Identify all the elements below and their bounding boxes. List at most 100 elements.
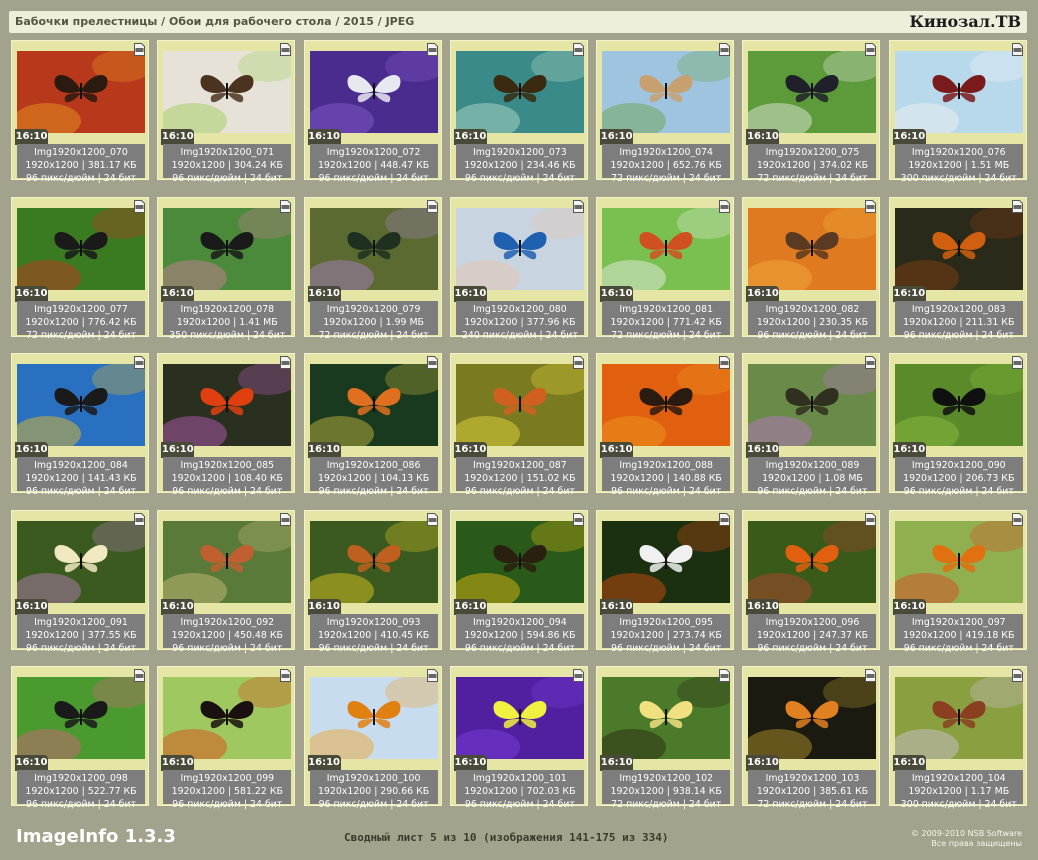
dimensions-size: 1920x1200 | 304.24 КБ — [171, 160, 283, 171]
aspect-ratio-badge: 16:10 — [746, 598, 780, 615]
butterfly-photo — [309, 677, 438, 759]
resolution-depth: 300 пикс/дюйм | 24 бит — [900, 173, 1017, 184]
thumbnail-image[interactable] — [455, 207, 584, 290]
thumbnail-card[interactable]: 16:10 Img1920x1200_096 1920x1200 | 247.3… — [742, 509, 881, 654]
thumbnail-image[interactable] — [309, 364, 438, 446]
resolution-depth: 96 пикс/дюйм | 24 бит — [318, 642, 429, 654]
thumbnail-card[interactable]: 16:10 Img1920x1200_083 1920x1200 | 211.3… — [888, 196, 1027, 341]
jpg-file-icon — [865, 199, 877, 213]
thumbnail-card[interactable]: 16:10 Img1920x1200_090 1920x1200 | 206.7… — [888, 353, 1027, 497]
resolution-depth: 96 пикс/дюйм | 24 бит — [903, 486, 1014, 497]
thumbnail-image[interactable] — [748, 51, 877, 133]
thumbnail-card[interactable]: 16:10 Img1920x1200_097 1920x1200 | 419.1… — [888, 509, 1027, 654]
thumbnail-image[interactable] — [455, 520, 584, 603]
thumbnail-image[interactable] — [17, 51, 145, 133]
aspect-ratio-badge: 16:10 — [600, 598, 634, 615]
thumbnail-image[interactable] — [17, 207, 145, 290]
jpg-file-icon — [572, 43, 584, 56]
thumbnail-card[interactable]: 16:10 Img1920x1200_072 1920x1200 | 448.4… — [303, 40, 442, 184]
thumbnail-image[interactable] — [455, 677, 584, 759]
thumbnail-image[interactable] — [163, 207, 292, 290]
thumbnail-card[interactable]: 16:10 Img1920x1200_099 1920x1200 | 581.2… — [157, 666, 296, 810]
thumbnail-card[interactable]: 16:10 Img1920x1200_086 1920x1200 | 104.1… — [303, 353, 442, 497]
thumbnail-card[interactable]: 16:10 Img1920x1200_082 1920x1200 | 230.3… — [742, 196, 881, 341]
thumbnail-image[interactable] — [163, 677, 292, 759]
thumbnail-image[interactable] — [163, 51, 292, 133]
file-name: Img1920x1200_104 — [911, 773, 1006, 784]
thumbnail-image[interactable] — [309, 677, 438, 759]
thumbnail-card[interactable]: 16:10 Img1920x1200_088 1920x1200 | 140.8… — [596, 353, 735, 497]
thumbnail-image[interactable] — [602, 207, 731, 290]
breadcrumb: Бабочки прелестницы / Обои для рабочего … — [15, 15, 415, 28]
thumbnail-card[interactable]: 16:10 Img1920x1200_102 1920x1200 | 938.1… — [596, 666, 735, 810]
thumbnail-image[interactable] — [894, 207, 1023, 290]
thumbnail-image[interactable] — [455, 51, 584, 133]
thumbnail-image[interactable] — [748, 677, 877, 759]
thumbnail-card[interactable]: 16:10 Img1920x1200_093 1920x1200 | 410.4… — [303, 509, 442, 654]
thumbnail-card[interactable]: 16:10 Img1920x1200_070 1920x1200 | 381.1… — [11, 40, 149, 184]
thumbnail-card[interactable]: 16:10 Img1920x1200_078 1920x1200 | 1.41 … — [157, 196, 296, 341]
aspect-ratio-badge: 16:10 — [453, 129, 487, 145]
thumbnail-image[interactable] — [309, 51, 438, 133]
thumbnail-card[interactable]: 16:10 Img1920x1200_080 1920x1200 | 377.9… — [449, 196, 588, 341]
thumbnail-image[interactable] — [748, 364, 877, 446]
thumbnail-card[interactable]: 16:10 Img1920x1200_084 1920x1200 | 141.4… — [11, 353, 149, 497]
thumbnail-image[interactable] — [602, 364, 731, 446]
thumbnail-image[interactable] — [748, 520, 877, 603]
jpg-file-icon — [572, 669, 584, 682]
thumbnail-card[interactable]: 16:10 Img1920x1200_098 1920x1200 | 522.7… — [11, 666, 149, 810]
thumbnail-card[interactable]: 16:10 Img1920x1200_079 1920x1200 | 1.99 … — [303, 196, 442, 341]
file-name: Img1920x1200_075 — [765, 147, 860, 158]
dimensions-size: 1920x1200 | 151.02 КБ — [464, 473, 576, 484]
aspect-ratio-badge: 16:10 — [15, 285, 48, 302]
thumbnail-card[interactable]: 16:10 Img1920x1200_089 1920x1200 | 1.08 … — [742, 353, 881, 497]
thumbnail-card[interactable]: 16:10 Img1920x1200_095 1920x1200 | 273.7… — [596, 509, 735, 654]
thumbnail-image[interactable] — [309, 520, 438, 603]
thumbnail-card[interactable]: 16:10 Img1920x1200_071 1920x1200 | 304.2… — [157, 40, 296, 184]
thumbnail-image[interactable] — [894, 51, 1023, 133]
butterfly-photo — [894, 207, 1023, 290]
thumbnail-card[interactable]: 16:10 Img1920x1200_074 1920x1200 | 652.7… — [596, 40, 735, 184]
jpg-file-icon — [280, 512, 292, 526]
thumbnail-image[interactable] — [17, 520, 145, 603]
thumbnail-image[interactable] — [748, 207, 877, 290]
thumbnail-card[interactable]: 16:10 Img1920x1200_094 1920x1200 | 594.8… — [449, 509, 588, 654]
thumbnail-image[interactable] — [894, 520, 1023, 603]
jpg-file-icon — [426, 356, 438, 369]
thumbnail-image[interactable] — [309, 207, 438, 290]
thumbnail-card[interactable]: 16:10 Img1920x1200_101 1920x1200 | 702.0… — [449, 666, 588, 810]
thumbnail-card[interactable]: 16:10 Img1920x1200_076 1920x1200 | 1.51 … — [888, 40, 1027, 184]
image-info: Img1920x1200_089 1920x1200 | 1.08 МБ 96 … — [748, 457, 877, 497]
butterfly-photo — [17, 364, 145, 446]
thumbnail-card[interactable]: 16:10 Img1920x1200_075 1920x1200 | 374.0… — [742, 40, 881, 184]
thumbnail-image[interactable] — [894, 364, 1023, 446]
thumbnail-card[interactable]: 16:10 Img1920x1200_103 1920x1200 | 385.6… — [742, 666, 881, 810]
thumbnail-image[interactable] — [163, 520, 292, 603]
thumbnail-card[interactable]: 16:10 Img1920x1200_073 1920x1200 | 234.4… — [449, 40, 588, 184]
dimensions-size: 1920x1200 | 385.61 КБ — [756, 786, 869, 797]
thumbnail-card[interactable]: 16:10 Img1920x1200_092 1920x1200 | 450.4… — [157, 509, 296, 654]
thumbnail-card[interactable]: 16:10 Img1920x1200_104 1920x1200 | 1.17 … — [888, 666, 1027, 810]
thumbnail-image[interactable] — [602, 677, 731, 759]
aspect-ratio-badge: 16:10 — [600, 129, 634, 145]
thumbnail-image[interactable] — [455, 364, 584, 446]
resolution-depth: 72 пикс/дюйм | 24 бит — [757, 799, 868, 810]
jpg-file-icon — [426, 512, 438, 526]
file-name: Img1920x1200_079 — [326, 303, 421, 315]
butterfly-photo — [17, 677, 145, 759]
thumbnail-card[interactable]: 16:10 Img1920x1200_100 1920x1200 | 290.6… — [303, 666, 442, 810]
thumbnail-card[interactable]: 16:10 Img1920x1200_077 1920x1200 | 776.4… — [11, 196, 149, 341]
thumbnail-image[interactable] — [17, 677, 145, 759]
thumbnail-image[interactable] — [17, 364, 145, 446]
thumbnail-image[interactable] — [163, 364, 292, 446]
thumbnail-card[interactable]: 16:10 Img1920x1200_091 1920x1200 | 377.5… — [11, 509, 149, 654]
thumbnail-card[interactable]: 16:10 Img1920x1200_085 1920x1200 | 108.4… — [157, 353, 296, 497]
thumbnail-image[interactable] — [602, 520, 731, 603]
resolution-depth: 96 пикс/дюйм | 24 бит — [903, 642, 1014, 654]
thumbnail-card[interactable]: 16:10 Img1920x1200_087 1920x1200 | 151.0… — [449, 353, 588, 497]
thumbnail-card[interactable]: 16:10 Img1920x1200_081 1920x1200 | 771.4… — [596, 196, 735, 341]
resolution-depth: 96 пикс/дюйм | 24 бит — [464, 642, 575, 654]
file-name: Img1920x1200_081 — [619, 303, 714, 315]
thumbnail-image[interactable] — [602, 51, 731, 133]
thumbnail-image[interactable] — [894, 677, 1023, 759]
